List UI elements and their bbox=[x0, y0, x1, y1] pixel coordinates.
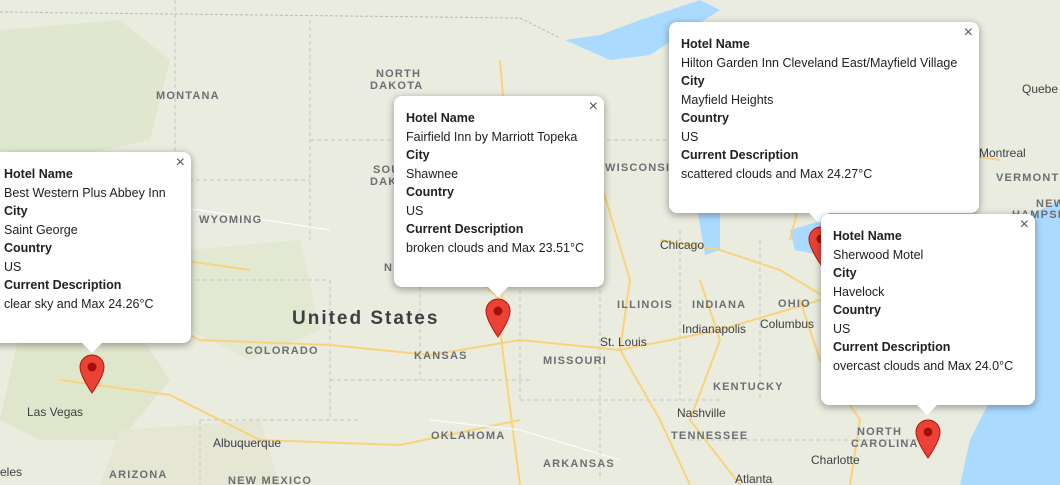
hotel-name-value: Sherwood Motel bbox=[833, 247, 924, 262]
state-label-arizona: ARIZONA bbox=[109, 469, 168, 481]
state-label-tennessee: TENNESSEE bbox=[671, 430, 749, 442]
current-description-value: overcast clouds and Max 24.0°C bbox=[833, 358, 1014, 373]
country-label: Country bbox=[4, 241, 52, 255]
state-label-kansas: KANSAS bbox=[414, 350, 468, 362]
state-label-vermont: VERMONT bbox=[996, 172, 1060, 184]
close-icon[interactable]: × bbox=[176, 153, 185, 173]
country-value: US bbox=[681, 129, 699, 144]
country-value: US bbox=[406, 203, 424, 218]
info-window-tail bbox=[488, 287, 508, 297]
city-label-indianapolis: Indianapolis bbox=[682, 322, 747, 336]
country-label: Country bbox=[833, 303, 881, 317]
city-label-st-louis: St. Louis bbox=[600, 335, 647, 349]
hotel-name-label: Hotel Name bbox=[406, 111, 475, 125]
current-description-value: scattered clouds and Max 24.27°C bbox=[681, 166, 873, 181]
state-label-missouri: MISSOURI bbox=[543, 355, 607, 367]
city-label-columbus: Columbus bbox=[760, 317, 815, 331]
country-label-united-states: United States bbox=[292, 308, 440, 329]
close-icon[interactable]: × bbox=[1020, 215, 1029, 235]
current-description-value: broken clouds and Max 23.51°C bbox=[406, 240, 585, 255]
state-label-ohio: OHIO bbox=[778, 298, 811, 310]
city-value: Saint George bbox=[4, 222, 78, 237]
city-label: City bbox=[406, 148, 430, 162]
state-label-oklahoma: OKLAHOMA bbox=[431, 430, 506, 442]
state-label-indiana: INDIANA bbox=[692, 299, 747, 311]
city-label-montreal: Montreal bbox=[979, 146, 1026, 160]
state-label-north-carolina-line2: CAROLINA bbox=[851, 438, 919, 450]
info-window-shawnee: × Hotel Name Fairfield Inn by Marriott T… bbox=[394, 96, 604, 297]
city-label-los-angeles: eles bbox=[0, 465, 23, 479]
info-window-mayfield-heights: × Hotel Name Hilton Garden Inn Cleveland… bbox=[669, 22, 979, 223]
country-value: US bbox=[833, 321, 851, 336]
info-window-saint-george: × Hotel Name Best Western Plus Abbey Inn… bbox=[0, 152, 191, 353]
city-label-quebec: Quebe bbox=[1022, 82, 1059, 96]
current-description-value: clear sky and Max 24.26°C bbox=[4, 296, 154, 311]
map-canvas[interactable]: MONTANA NORTH DAKOTA SOUTH DAKOTA WYOMIN… bbox=[0, 0, 1060, 485]
state-label-colorado: COLORADO bbox=[245, 345, 319, 357]
state-label-kentucky: KENTUCKY bbox=[713, 381, 784, 393]
current-description-label: Current Description bbox=[681, 148, 799, 162]
hotel-name-label: Hotel Name bbox=[4, 167, 73, 181]
state-label-new-mexico: NEW MEXICO bbox=[228, 475, 313, 485]
city-label-charlotte: Charlotte bbox=[811, 453, 860, 467]
info-window-havelock: × Hotel Name Sherwood Motel City Haveloc… bbox=[821, 214, 1035, 415]
city-label: City bbox=[681, 74, 705, 88]
map-marker-icon[interactable] bbox=[915, 419, 941, 459]
state-label-north-carolina-line1: NORTH bbox=[857, 426, 903, 438]
map-marker-icon[interactable] bbox=[79, 354, 105, 394]
hotel-name-label: Hotel Name bbox=[681, 37, 750, 51]
city-label-chicago: Chicago bbox=[660, 238, 705, 252]
state-label-arkansas: ARKANSAS bbox=[543, 458, 615, 470]
state-label-north-dakota-line1: NORTH bbox=[376, 68, 422, 80]
city-label-albuquerque: Albuquerque bbox=[213, 436, 282, 450]
current-description-label: Current Description bbox=[833, 340, 951, 354]
map-marker-icon[interactable] bbox=[485, 298, 511, 338]
hotel-name-label: Hotel Name bbox=[833, 229, 902, 243]
current-description-label: Current Description bbox=[4, 278, 122, 292]
state-label-montana: MONTANA bbox=[156, 90, 220, 102]
city-label: City bbox=[833, 266, 857, 280]
state-label-illinois: ILLINOIS bbox=[617, 299, 674, 311]
country-label: Country bbox=[681, 111, 729, 125]
city-label-nashville: Nashville bbox=[677, 406, 726, 420]
city-value: Mayfield Heights bbox=[681, 92, 774, 107]
info-window-tail bbox=[82, 343, 102, 353]
country-label: Country bbox=[406, 185, 454, 199]
country-value: US bbox=[4, 259, 22, 274]
hotel-name-value: Hilton Garden Inn Cleveland East/Mayfiel… bbox=[681, 55, 958, 70]
city-label: City bbox=[4, 204, 28, 218]
state-label-north-dakota-line2: DAKOTA bbox=[370, 80, 424, 92]
current-description-label: Current Description bbox=[406, 222, 524, 236]
hotel-name-value: Fairfield Inn by Marriott Topeka bbox=[406, 129, 578, 144]
info-window-tail bbox=[917, 405, 937, 415]
state-label-nebraska: N bbox=[384, 262, 394, 274]
state-label-wyoming: WYOMING bbox=[199, 214, 263, 226]
city-label-atlanta: Atlanta bbox=[735, 472, 773, 485]
close-icon[interactable]: × bbox=[589, 97, 598, 117]
hotel-name-value: Best Western Plus Abbey Inn bbox=[4, 185, 166, 200]
city-value: Shawnee bbox=[406, 166, 459, 181]
city-label-las-vegas: Las Vegas bbox=[27, 405, 84, 419]
close-icon[interactable]: × bbox=[964, 23, 973, 43]
city-value: Havelock bbox=[833, 284, 885, 299]
